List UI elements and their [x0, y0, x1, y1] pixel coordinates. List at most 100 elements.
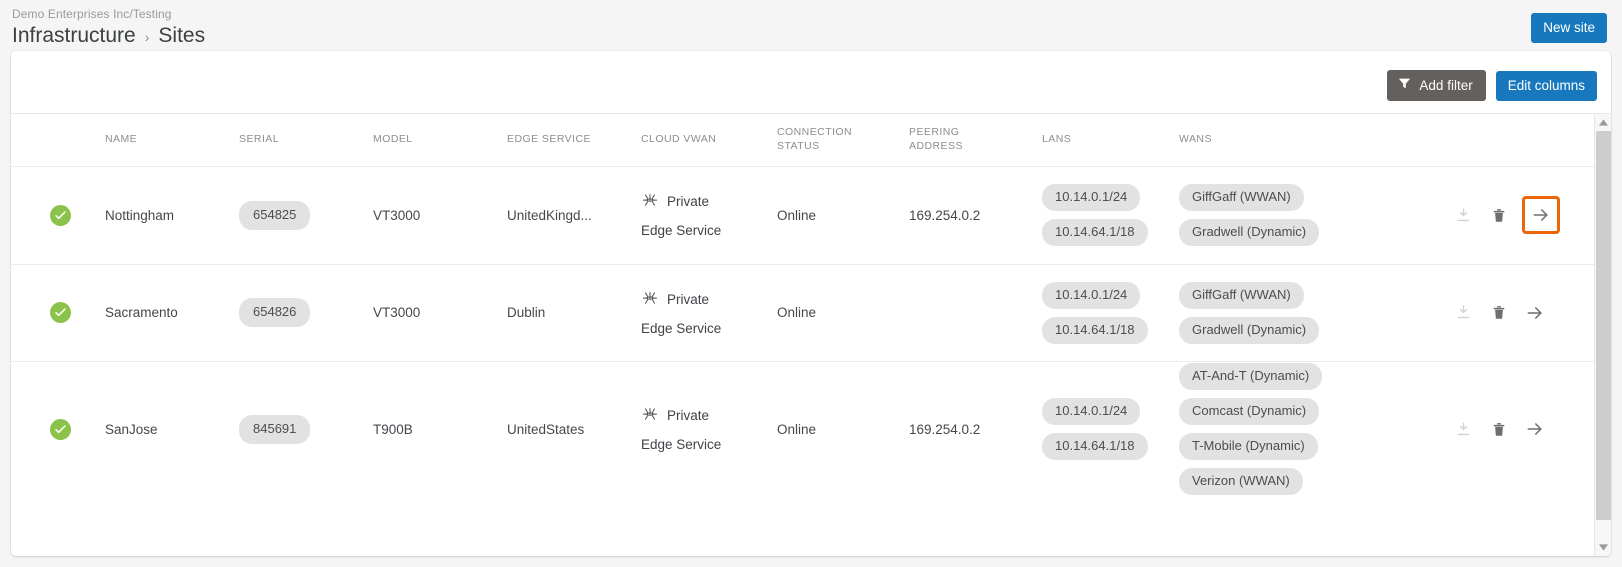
table-row: SanJose 845691 T900B UnitedStates Private Edg… [11, 360, 1594, 497]
scrollbar-thumb[interactable] [1596, 131, 1611, 520]
wan-chip: T-Mobile (Dynamic) [1179, 433, 1318, 461]
column-header-name[interactable]: NAME [105, 114, 239, 166]
cell-status [11, 360, 105, 497]
edge-service-value: UnitedStates [507, 421, 585, 437]
cell-wans: AT-And-T (Dynamic) Comcast (Dynamic) T-Mob… [1179, 360, 1414, 497]
table-row: Nottingham 654825 VT3000 UnitedKingd... Priv… [11, 165, 1594, 264]
scroll-up-arrow-icon[interactable] [1595, 114, 1611, 131]
table-row: Sacramento 654826 VT3000 Dublin Private Edge … [11, 263, 1594, 361]
cell-peering-address: 169.254.0.2 [909, 360, 1042, 497]
add-filter-label: Add filter [1419, 77, 1473, 93]
wan-chip: Gradwell (Dynamic) [1179, 219, 1320, 246]
cell-serial: 654826 [239, 263, 373, 361]
sites-card: Add filter Edit columns NAME SERIAL MODE… [11, 51, 1611, 556]
cell-peering-address: 169.254.0.2 [909, 165, 1042, 264]
column-header-connection-status[interactable]: CONNECTION STATUS [777, 114, 909, 166]
model-value: VT3000 [373, 207, 421, 223]
trash-icon[interactable] [1489, 419, 1509, 439]
serial-chip: 845691 [239, 414, 311, 444]
wan-chip: GiffGaff (WWAN) [1179, 184, 1304, 211]
lans-chip-list: 10.14.0.1/24 10.14.64.1/18 [1042, 184, 1179, 246]
wan-chip: AT-And-T (Dynamic) [1179, 363, 1323, 391]
funnel-icon [1398, 77, 1411, 93]
cell-peering-address [909, 263, 1042, 361]
lan-chip: 10.14.0.1/24 [1042, 281, 1141, 309]
cell-serial: 654825 [239, 165, 373, 264]
column-header-wans[interactable]: WANS [1179, 114, 1414, 166]
trash-icon[interactable] [1489, 303, 1509, 323]
lan-chip: 10.14.0.1/24 [1042, 398, 1141, 426]
column-header-model[interactable]: MODEL [373, 114, 507, 166]
download-icon[interactable] [1453, 205, 1473, 225]
breadcrumb-parent[interactable]: Infrastructure [12, 23, 136, 49]
edit-columns-button[interactable]: Edit columns [1495, 70, 1597, 101]
cell-edge-service: UnitedKingd... [507, 165, 641, 264]
lans-chip-list: 10.14.0.1/24 10.14.64.1/18 [1042, 281, 1179, 344]
cell-wans: GiffGaff (WWAN) Gradwell (Dynamic) [1179, 263, 1414, 361]
open-site-arrow-icon[interactable] [1522, 196, 1560, 234]
cell-actions [1414, 165, 1594, 264]
cell-wans: GiffGaff (WWAN) Gradwell (Dynamic) [1179, 165, 1414, 264]
cell-actions [1414, 263, 1594, 361]
cell-connection-status: Online [777, 165, 909, 264]
site-name: Sacramento [105, 305, 178, 320]
status-badge-ok [50, 418, 71, 440]
peering-address-value: 169.254.0.2 [909, 421, 981, 437]
breadcrumb-separator-icon: › [144, 29, 150, 45]
cloud-vwan-cell: Private Edge Service [641, 289, 777, 337]
page-header: Demo Enterprises Inc/Testing Infrastruct… [0, 0, 1622, 56]
hub-node-icon [641, 405, 659, 427]
page-title: Sites [158, 24, 206, 47]
download-icon[interactable] [1453, 419, 1473, 439]
column-header-status [11, 114, 105, 166]
row-actions [1414, 303, 1594, 323]
download-icon[interactable] [1453, 303, 1473, 323]
wans-chip-list: GiffGaff (WWAN) Gradwell (Dynamic) [1179, 281, 1414, 344]
column-header-lans[interactable]: LANS [1042, 114, 1179, 166]
model-value: T900B [373, 421, 413, 437]
edge-service-value: UnitedKingd... [507, 207, 592, 223]
open-site-arrow-icon[interactable] [1525, 419, 1545, 439]
scroll-down-arrow-icon[interactable] [1595, 539, 1611, 556]
column-header-peering-address[interactable]: PEERING ADDRESS [909, 114, 1042, 166]
column-header-serial[interactable]: SERIAL [239, 114, 373, 166]
trash-icon[interactable] [1489, 205, 1509, 225]
cell-lans: 10.14.0.1/24 10.14.64.1/18 [1042, 263, 1179, 361]
new-site-button[interactable]: New site [1531, 13, 1607, 43]
cell-name: SanJose [105, 360, 239, 497]
vertical-scrollbar[interactable] [1594, 114, 1611, 556]
row-actions [1414, 196, 1594, 234]
connection-status-value: Online [777, 305, 817, 320]
cell-cloud-vwan: Private Edge Service [641, 165, 777, 264]
hub-node-icon [641, 289, 659, 311]
table-body: Nottingham 654825 VT3000 UnitedKingd... Priv… [11, 165, 1594, 497]
cell-name: Nottingham [105, 165, 239, 264]
cell-model: VT3000 [373, 263, 507, 361]
cell-model: T900B [373, 360, 507, 497]
wan-chip: GiffGaff (WWAN) [1179, 281, 1304, 309]
column-header-cloud-vwan[interactable]: CLOUD VWAN [641, 114, 777, 166]
cell-edge-service: Dublin [507, 263, 641, 361]
cell-status [11, 263, 105, 361]
lan-chip: 10.14.64.1/18 [1042, 316, 1148, 344]
cell-serial: 845691 [239, 360, 373, 497]
peering-address-value: 169.254.0.2 [909, 207, 981, 223]
column-header-edge-service[interactable]: EDGE SERVICE [507, 114, 641, 166]
wan-chip: Verizon (WWAN) [1179, 468, 1303, 496]
serial-chip: 654825 [239, 200, 311, 230]
wan-chip: Comcast (Dynamic) [1179, 398, 1320, 426]
status-badge-ok [50, 204, 71, 226]
toolbar-actions: Add filter Edit columns [1387, 70, 1597, 101]
cloud-vwan-title: Private [667, 408, 710, 424]
cloud-vwan-cell: Private Edge Service [641, 405, 777, 453]
cloud-vwan-subtitle: Edge Service [641, 223, 722, 238]
cell-connection-status: Online [777, 263, 909, 361]
table-scroll-area: NAME SERIAL MODEL EDGE SERVICE CLOUD VWA… [11, 113, 1611, 556]
org-path: Demo Enterprises Inc/Testing [12, 7, 172, 21]
lans-chip-list: 10.14.0.1/24 10.14.64.1/18 [1042, 398, 1179, 461]
lan-chip: 10.14.64.1/18 [1042, 433, 1148, 461]
wans-chip-list: GiffGaff (WWAN) Gradwell (Dynamic) [1179, 184, 1414, 246]
open-site-arrow-icon[interactable] [1525, 303, 1545, 323]
add-filter-button[interactable]: Add filter [1387, 70, 1486, 101]
table-header: NAME SERIAL MODEL EDGE SERVICE CLOUD VWA… [11, 114, 1594, 166]
